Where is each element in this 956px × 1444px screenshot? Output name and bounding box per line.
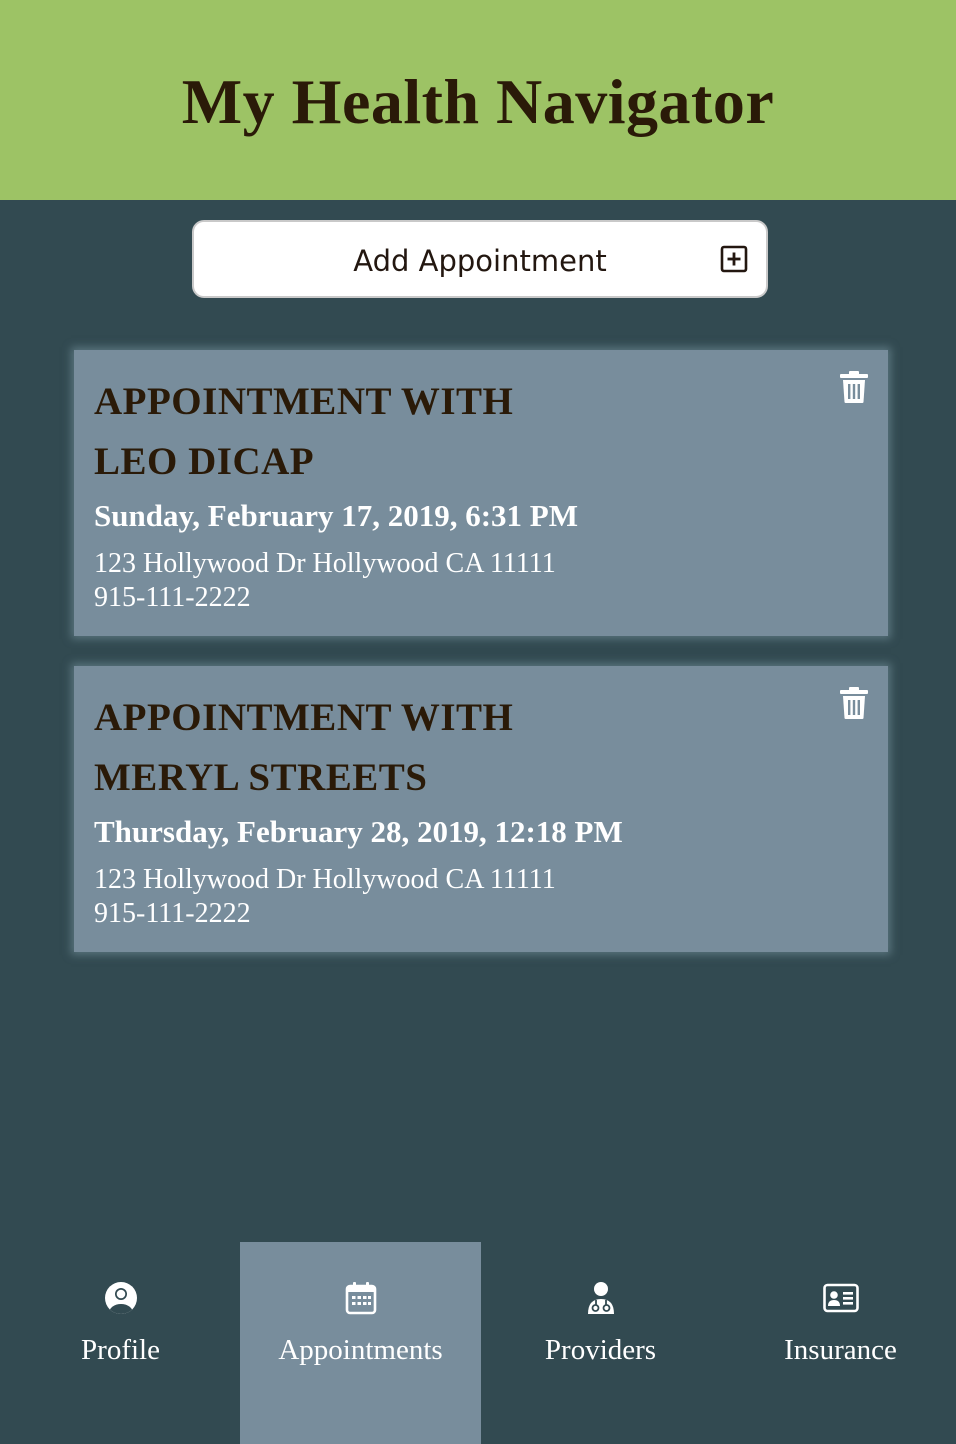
user-circle-icon: [104, 1282, 137, 1314]
appointment-address: 123 Hollywood Dr Hollywood CA 11111: [94, 864, 556, 895]
page-title: My Health Navigator: [181, 66, 775, 137]
calendar-icon: [345, 1282, 376, 1315]
appointment-card: APPOINTMENT WITH LEO DICAP Sunday, Febru…: [74, 350, 888, 636]
nav-item-profile[interactable]: Profile: [0, 1242, 241, 1444]
id-card-icon: [822, 1283, 859, 1313]
appointment-title-line1: APPOINTMENT WITH: [94, 380, 514, 423]
add-appointment-button[interactable]: Add Appointment: [192, 220, 768, 298]
nav-label-insurance: Insurance: [784, 1334, 897, 1366]
plus-square-icon: [720, 245, 748, 273]
nav-label-providers: Providers: [544, 1334, 657, 1366]
appointment-provider-name: MERYL STREETS: [94, 756, 428, 799]
app-header: My Health Navigator: [0, 0, 956, 200]
trash-icon[interactable]: [839, 370, 869, 404]
appointment-datetime: Sunday, February 17, 2019, 6:31 PM: [94, 498, 578, 533]
appointment-phone: 915-111-2222: [94, 582, 251, 613]
appointment-phone: 915-111-2222: [94, 898, 251, 929]
doctor-icon: [587, 1282, 614, 1314]
appointment-datetime: Thursday, February 28, 2019, 12:18 PM: [94, 814, 623, 849]
appointment-provider-name: LEO DICAP: [94, 440, 315, 483]
nav-item-insurance[interactable]: Insurance: [720, 1242, 956, 1444]
nav-item-providers[interactable]: Providers: [480, 1242, 721, 1444]
appointment-address: 123 Hollywood Dr Hollywood CA 11111: [94, 548, 556, 579]
appointment-title: APPOINTMENT WITH MERYL STREETS: [94, 688, 694, 808]
nav-label-appointments: Appointments: [278, 1334, 443, 1366]
trash-icon[interactable]: [839, 686, 869, 720]
add-appointment-label: Add Appointment: [353, 244, 607, 278]
bottom-nav: Profile Appointments Providers Insurance: [0, 1242, 956, 1444]
appointment-title-line1: APPOINTMENT WITH: [94, 696, 514, 739]
appointment-title: APPOINTMENT WITH LEO DICAP: [94, 372, 694, 492]
appointment-card: APPOINTMENT WITH MERYL STREETS Thursday,…: [74, 666, 888, 952]
nav-label-profile: Profile: [81, 1334, 160, 1366]
nav-item-appointments[interactable]: Appointments: [240, 1242, 481, 1444]
